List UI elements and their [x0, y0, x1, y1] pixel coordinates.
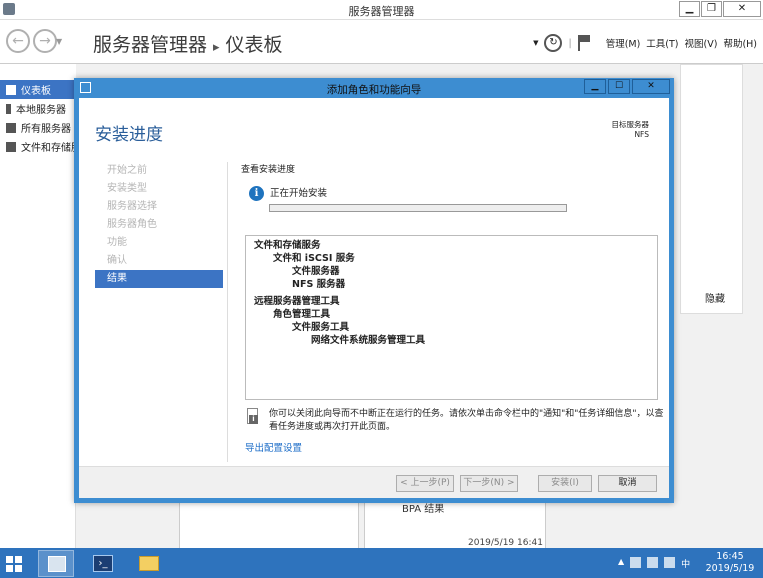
wizard-minimize-button[interactable]: ▁ [584, 79, 606, 94]
server-icon [6, 103, 11, 114]
sidebar-item-label: 文件和存储服务 [21, 143, 75, 154]
sidebar-item-dashboard[interactable]: 仪表板 [0, 80, 75, 99]
result-line: 文件和存储服务 [254, 240, 321, 251]
sidebar-item-local-server[interactable]: 本地服务器 [0, 99, 75, 118]
install-button[interactable]: 安装(I) [538, 475, 592, 492]
folder-icon [139, 556, 159, 571]
result-line: 远程服务器管理工具 [254, 296, 340, 307]
action-center-icon[interactable] [630, 557, 642, 568]
result-line: 网络文件系统服务管理工具 [311, 335, 426, 346]
step-features: 功能 [107, 237, 127, 248]
wizard-close-button[interactable]: ✕ [632, 79, 670, 94]
window-controls: ▁ ❐ ✕ [679, 1, 761, 17]
wizard-steps: 开始之前 安装类型 服务器选择 服务器角色 功能 确认 结果 [95, 162, 223, 288]
dropdown-arrow-icon[interactable]: ▼ [533, 39, 538, 47]
cancel-button[interactable]: 取消 [598, 475, 657, 492]
tile-timestamp: 2019/5/19 16:41 [468, 538, 543, 548]
step-server-selection: 服务器选择 [107, 201, 157, 212]
wizard-titlebar: 添加角色和功能向导 ▁ ☐ ✕ [74, 78, 674, 98]
previous-button[interactable]: < 上一步(P) [396, 475, 454, 492]
menu-tools[interactable]: 工具(T) [646, 36, 678, 50]
dashboard-tile [179, 500, 359, 550]
install-results-list: 文件和存储服务 文件和 iSCSI 服务 文件服务器 NFS 服务器 远程服务器… [245, 235, 658, 400]
header-toolbar: ▼ ↻ | 管理(M) 工具(T) 视图(V) 帮助(H) [533, 34, 757, 52]
refresh-icon[interactable]: ↻ [544, 34, 563, 52]
sidebar-item-label: 仪表板 [21, 86, 51, 97]
storage-icon [6, 141, 16, 152]
info-icon: i [249, 186, 264, 201]
install-status-text: 正在开始安装 [270, 188, 328, 199]
export-config-link[interactable]: 导出配置设置 [245, 440, 302, 454]
target-server: 目标服务器 NFS [612, 120, 650, 140]
hide-link[interactable]: 隐藏 [705, 290, 725, 305]
menu-help[interactable]: 帮助(H) [723, 36, 757, 50]
notifications-flag-icon[interactable] [577, 35, 592, 51]
target-server-value: NFS [634, 130, 649, 139]
chevron-down-icon[interactable]: ▼ [56, 37, 62, 46]
dashboard-icon [6, 84, 16, 95]
restore-button[interactable]: ❐ [701, 1, 722, 17]
close-button[interactable]: ✕ [723, 1, 761, 17]
start-button[interactable] [6, 556, 22, 572]
taskbar-file-explorer[interactable] [131, 550, 167, 577]
section-title: 查看安装进度 [241, 165, 296, 175]
wizard-window-controls: ▁ ☐ ✕ [584, 79, 670, 94]
clock-date: 2019/5/19 [705, 563, 755, 574]
wizard-note: 你可以关闭此向导而不中断正在运行的任务。请依次单击命令栏中的"通知"和"任务详细… [269, 409, 664, 432]
step-results[interactable]: 结果 [95, 270, 223, 288]
dashboard-tile [680, 64, 743, 314]
step-confirmation: 确认 [107, 255, 127, 266]
sidebar-item-label: 本地服务器 [16, 105, 66, 116]
next-button[interactable]: 下一步(N) > [460, 475, 518, 492]
taskbar-server-manager[interactable] [38, 550, 74, 577]
back-arrow-icon[interactable]: ← [6, 29, 30, 53]
result-line: 文件和 iSCSI 服务 [273, 253, 355, 264]
step-server-roles: 服务器角色 [107, 219, 157, 230]
result-line: 文件服务器 [292, 266, 340, 277]
step-before-you-begin: 开始之前 [107, 165, 147, 176]
wizard-page-title: 安装进度 [95, 125, 163, 145]
menu-manage[interactable]: 管理(M) [606, 36, 641, 50]
breadcrumb-app: 服务器管理器 [93, 34, 208, 56]
result-line: NFS 服务器 [292, 279, 346, 290]
target-server-label: 目标服务器 [611, 120, 650, 129]
ime-indicator[interactable]: 中 [681, 557, 690, 570]
menu-view[interactable]: 视图(V) [685, 36, 718, 50]
app-header: ← → ▼ 服务器管理器 ▸ 仪表板 ▼ ↻ | 管理(M) 工具(T) 视图(V)… [0, 20, 763, 64]
taskbar-clock[interactable]: 16:45 2019/5/19 [700, 551, 760, 575]
window-titlebar: 服务器管理器 ▁ ❐ ✕ [0, 0, 763, 20]
taskbar-powershell[interactable]: ›_ [85, 550, 121, 577]
sidebar-item-label: 所有服务器 [21, 124, 71, 135]
sidebar-item-file-storage[interactable]: 文件和存储服务 [0, 137, 75, 156]
forward-arrow-icon[interactable]: → [33, 29, 57, 53]
toolbar-divider: | [568, 37, 572, 49]
steps-divider [227, 162, 228, 462]
wizard-maximize-button[interactable]: ☐ [608, 79, 630, 94]
volume-icon[interactable] [664, 557, 676, 568]
result-line: 文件服务工具 [292, 322, 350, 333]
system-tray: ▲ 中 [618, 557, 690, 570]
step-installation-type: 安装类型 [107, 183, 147, 194]
result-line: 角色管理工具 [273, 309, 331, 320]
sidebar: 仪表板 本地服务器 所有服务器 文件和存储服务 [0, 80, 76, 548]
minimize-button[interactable]: ▁ [679, 1, 700, 17]
breadcrumb-page: 仪表板 [225, 34, 283, 56]
window-title: 服务器管理器 [348, 5, 415, 18]
add-roles-wizard-dialog: 添加角色和功能向导 ▁ ☐ ✕ 安装进度 目标服务器 NFS 开始之前 安装类型… [74, 78, 674, 503]
breadcrumb-separator-icon: ▸ [213, 40, 220, 55]
network-icon[interactable] [647, 557, 659, 568]
wizard-footer: < 上一步(P) 下一步(N) > 安装(I) 取消 [79, 466, 669, 498]
taskbar: ›_ ▲ 中 16:45 2019/5/19 [0, 548, 763, 578]
clock-time: 16:45 [716, 551, 744, 562]
powershell-icon: ›_ [93, 555, 113, 572]
servers-icon [6, 122, 16, 133]
note-info-icon: i [245, 408, 259, 426]
sidebar-item-all-servers[interactable]: 所有服务器 [0, 118, 75, 137]
breadcrumb: 服务器管理器 ▸ 仪表板 [93, 30, 283, 57]
tray-expand-icon[interactable]: ▲ [618, 557, 624, 570]
install-progress-bar [269, 204, 567, 212]
server-manager-icon [48, 556, 66, 572]
